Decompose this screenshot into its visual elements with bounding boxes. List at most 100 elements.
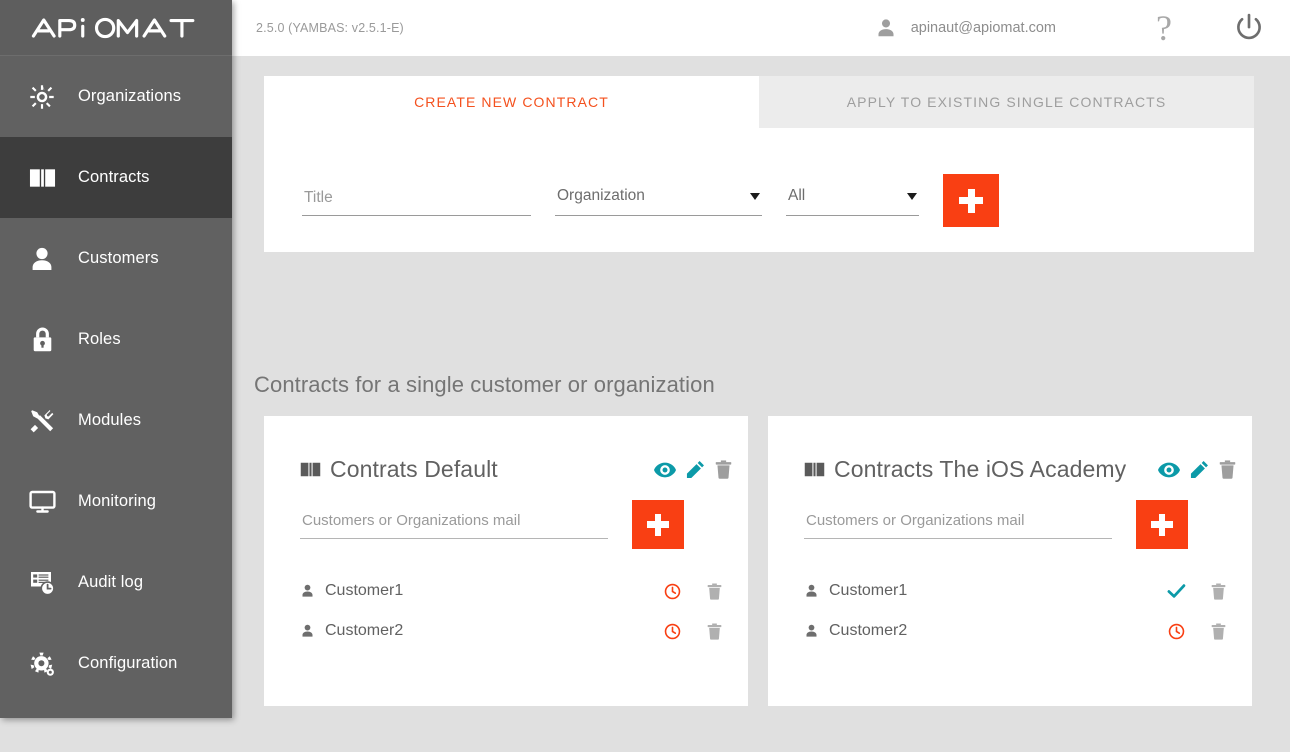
customer-mail-input[interactable] <box>804 511 1112 539</box>
list-item[interactable]: Customer1 <box>768 571 1252 611</box>
delete-icon[interactable] <box>715 460 732 479</box>
edit-icon[interactable] <box>1190 460 1209 479</box>
list-item[interactable]: Customer1 <box>264 571 748 611</box>
status-badge-pending <box>1163 623 1189 640</box>
user-account[interactable]: apinaut@apiomat.com <box>875 17 1056 39</box>
trash-icon-svg <box>715 460 732 479</box>
customer-name: Customer2 <box>325 622 404 639</box>
top-bar-right: apinaut@apiomat.com ? <box>875 0 1290 56</box>
create-contract-add-button[interactable]: + <box>943 174 999 227</box>
sidebar-item-configuration[interactable]: Configuration <box>0 623 232 704</box>
clock-icon <box>664 623 680 639</box>
app-logo[interactable]: APiOMAT <box>0 0 232 56</box>
apiomat-logo-icon <box>31 17 195 38</box>
customer-name: Customer1 <box>829 582 908 599</box>
power-icon <box>1237 13 1261 40</box>
view-icon[interactable] <box>1158 462 1180 478</box>
contract-cards: Contrats Default Customers or Organizati… <box>264 416 1254 706</box>
tab-apply-to-existing-single-contracts[interactable]: APPLY TO EXISTING SINGLE CONTRACTS <box>759 76 1254 128</box>
contract-card-title: Contrats Default <box>330 456 498 482</box>
person-icon <box>300 623 315 639</box>
sidebar-item-label: Monitoring <box>78 492 157 510</box>
create-contract-panel: CREATE NEW CONTRACT APPLY TO EXISTING SI… <box>264 76 1254 252</box>
contract-card-actions <box>654 460 732 479</box>
delete-icon[interactable] <box>1219 460 1236 479</box>
panel-tabs: CREATE NEW CONTRACT APPLY TO EXISTING SI… <box>264 76 1254 128</box>
plus-icon: + <box>1136 500 1137 501</box>
contract-card-header: Contrats Default <box>264 416 748 483</box>
sidebar-item-audit-log[interactable]: Audit log <box>0 542 232 623</box>
person-icon <box>875 17 897 39</box>
trash-icon-svg <box>707 583 722 600</box>
lock-icon <box>22 323 62 357</box>
tab-create-new-contract[interactable]: CREATE NEW CONTRACT <box>264 76 759 128</box>
customer-name: Customer2 <box>829 622 908 639</box>
status-badge-pending <box>659 583 685 600</box>
clock-icon <box>1168 623 1184 639</box>
tools-icon <box>22 404 62 438</box>
customer-list: Customer1 Customer2 <box>264 539 748 651</box>
chevron-down-icon <box>750 193 760 200</box>
customer-list: Customer1 Customer2 <box>768 539 1252 651</box>
user-email-label: apinaut@apiomat.com <box>910 20 1057 36</box>
person-icon <box>22 242 62 276</box>
list-item[interactable]: Customer2 <box>768 611 1252 651</box>
delete-icon[interactable] <box>707 583 722 600</box>
trash-icon-svg <box>1219 460 1236 479</box>
contract-card: Contrats Default Customers or Organizati… <box>264 416 748 706</box>
sidebar-item-label: Audit log <box>78 573 144 591</box>
chevron-down-icon <box>907 193 917 200</box>
sidebar-item-modules[interactable]: Modules <box>0 380 232 461</box>
book-icon-svg <box>804 462 825 477</box>
trash-icon-svg <box>1211 623 1226 640</box>
help-button[interactable]: ? <box>1156 10 1172 46</box>
sidebar-item-contracts[interactable]: Contracts <box>0 137 232 218</box>
book-icon-svg <box>300 462 321 477</box>
edit-icon[interactable] <box>686 460 705 479</box>
sidebar: APiOMAT Organizations <box>0 0 232 718</box>
app-root: APiOMAT Organizations <box>0 0 1290 752</box>
sidebar-item-organizations[interactable]: Organizations <box>0 56 232 137</box>
organizations-icon <box>22 80 62 114</box>
status-badge-pending <box>659 623 685 640</box>
eye-icon-svg <box>1158 462 1180 477</box>
trash-icon-svg <box>707 623 722 640</box>
check-icon <box>1167 584 1185 598</box>
logout-button[interactable] <box>1234 13 1264 43</box>
contract-card-title: Contracts The iOS Academy <box>834 456 1127 482</box>
customer-mail-input[interactable] <box>300 511 608 539</box>
clock-icon <box>664 583 680 599</box>
contract-card-header: Contracts The iOS Academy <box>768 416 1252 483</box>
sidebar-item-label: Roles <box>78 330 121 348</box>
scope-select-value: All <box>788 187 806 204</box>
sidebar-item-monitoring[interactable]: Monitoring <box>0 461 232 542</box>
top-bar: 2.5.0 (YAMBAS: v2.5.1-E) apinaut@apiomat… <box>232 0 1290 56</box>
delete-icon[interactable] <box>1211 583 1226 600</box>
person-icon-svg <box>878 19 894 37</box>
view-icon[interactable] <box>654 462 676 478</box>
section-title: Contracts for a single customer or organ… <box>254 372 715 397</box>
title-input[interactable] <box>302 188 531 216</box>
sidebar-item-label: Organizations <box>78 87 182 105</box>
person-icon-svg <box>302 624 313 637</box>
organization-select[interactable]: Organization <box>555 188 762 216</box>
sidebar-item-label: Customers <box>78 249 159 267</box>
book-icon <box>22 161 62 195</box>
person-icon <box>804 623 819 639</box>
delete-icon[interactable] <box>1211 623 1226 640</box>
version-label: 2.5.0 (YAMBAS: v2.5.1-E) <box>256 21 404 35</box>
sidebar-item-label: Contracts <box>78 168 150 186</box>
content-area: CREATE NEW CONTRACT APPLY TO EXISTING SI… <box>232 56 1290 752</box>
list-item[interactable]: Customer2 <box>264 611 748 651</box>
delete-icon[interactable] <box>707 623 722 640</box>
add-customer-button[interactable]: + <box>632 500 684 549</box>
eye-icon-svg <box>654 462 676 477</box>
sidebar-nav: Organizations Contracts Customers Roles … <box>0 56 232 704</box>
sidebar-item-roles[interactable]: Roles <box>0 299 232 380</box>
add-customer-row: + <box>264 483 748 549</box>
create-contract-form: Organization All + <box>264 128 1254 227</box>
book-icon <box>300 461 321 478</box>
add-customer-button[interactable]: + <box>1136 500 1188 549</box>
sidebar-item-customers[interactable]: Customers <box>0 218 232 299</box>
scope-select[interactable]: All <box>786 188 919 216</box>
